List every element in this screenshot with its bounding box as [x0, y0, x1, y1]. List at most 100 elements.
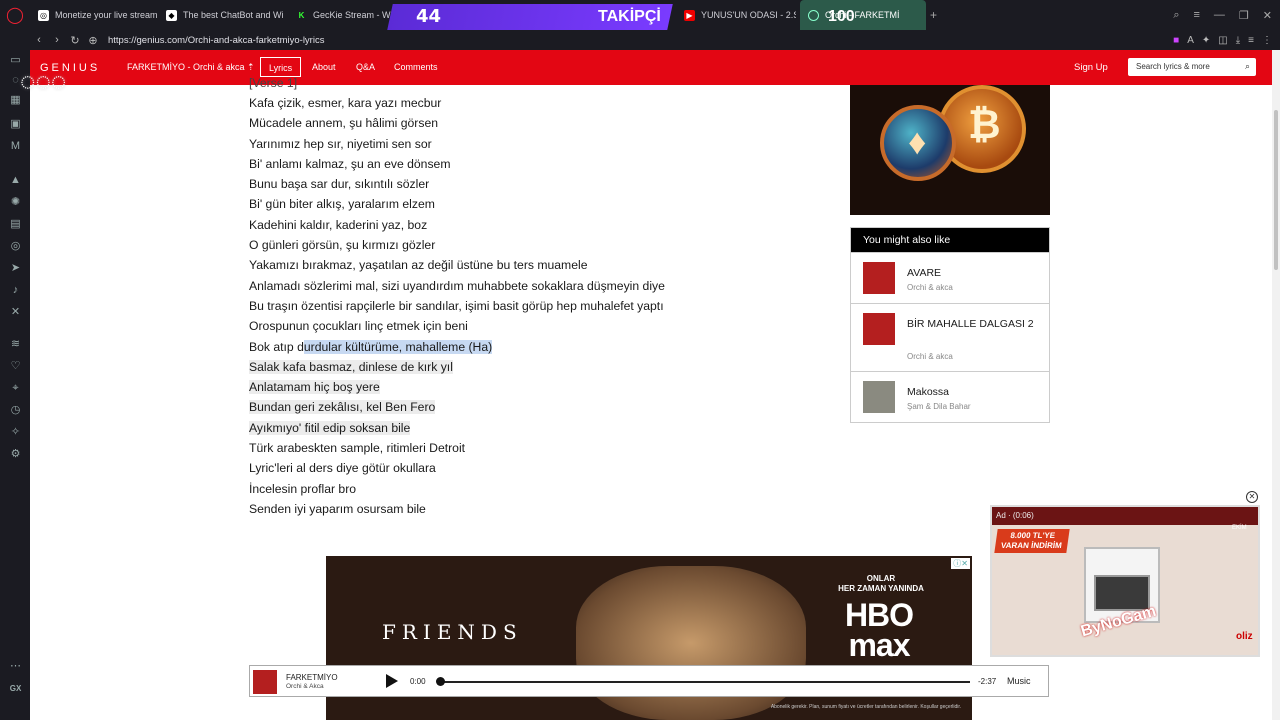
- messenger-icon[interactable]: M: [9, 140, 22, 153]
- settings-gear-icon[interactable]: ⚙: [9, 448, 22, 461]
- extension-icon[interactable]: A: [1187, 35, 1194, 46]
- yml-item[interactable]: AVARE Orchi & akca: [851, 252, 1049, 303]
- tab-menu-icon[interactable]: ≡: [1193, 9, 1199, 21]
- yml-title: AVARE: [907, 267, 942, 279]
- tiktok-icon[interactable]: ♪: [9, 284, 22, 297]
- heart-icon[interactable]: ♡: [9, 360, 22, 373]
- lyric-line[interactable]: Kafa çizik, esmer, kara yazı mecbur: [249, 93, 769, 113]
- yml-item[interactable]: Makossa Şam & Dila Bahar: [851, 371, 1049, 422]
- lyric-line[interactable]: İncelesin proflar bro: [249, 479, 769, 499]
- twitch-icon[interactable]: ▤: [9, 218, 22, 231]
- lyric-line[interactable]: Türk arabeskten sample, ritimleri Detroi…: [249, 438, 769, 458]
- lyric-line-annotated[interactable]: Ayıkmıyo' fitil edip soksan bile: [249, 418, 769, 438]
- lyric-line[interactable]: Yakamızı bırakmaz, yaşatılan az değil üs…: [249, 255, 769, 275]
- lyric-line-annotated[interactable]: Salak kafa basmaz, dinlese de kırk yıl: [249, 357, 769, 377]
- video-ad[interactable]: Ad · (0:06) EKİM 8.000 TL'YE VARAN İNDİR…: [990, 505, 1260, 657]
- lyric-line-annotated[interactable]: Anlatamam hiç boş yere: [249, 377, 769, 397]
- section-tag: [Verse 1]: [249, 77, 298, 90]
- browser-logo-icon[interactable]: ◯: [0, 0, 30, 30]
- sign-up-link[interactable]: Sign Up: [1074, 62, 1108, 73]
- lyric-line[interactable]: Lyric'leri al ders diye götür okullara: [249, 458, 769, 478]
- lyric-line-selected[interactable]: Bok atıp durdular kültürüme, mahalleme (…: [249, 337, 769, 357]
- workspace-icon[interactable]: ▣: [9, 118, 22, 131]
- yml-title: Makossa: [907, 386, 950, 398]
- browser-sidebar: ▭ ◌ ▦ ▣ M ▲ ✺ ▤ ◎ ➤ ♪ ✕ ≋ ♡ ⌖ ◷ ✧ ⚙ ⋯ GX: [0, 30, 30, 720]
- more-icon[interactable]: ⋯: [9, 660, 22, 673]
- lyric-line[interactable]: Bi' gün biter alkış, yaralarım elzem: [249, 194, 769, 214]
- close-ad-icon[interactable]: ✕: [1246, 491, 1258, 503]
- back-icon[interactable]: ‹: [30, 34, 48, 46]
- camera-icon[interactable]: ◫: [1218, 35, 1227, 46]
- lyric-line[interactable]: Bunu başa sar dur, sıkıntılı sözler: [249, 174, 769, 194]
- whatsapp-icon[interactable]: ◎: [9, 240, 22, 253]
- chatgpt-icon[interactable]: ✺: [9, 196, 22, 209]
- apple-music-logo[interactable]: Music: [1007, 676, 1031, 686]
- address-bar: ‹ › ↻ ⊕ https://genius.com/Orchi-and-akc…: [30, 30, 1280, 50]
- tab-monetize[interactable]: ◎ Monetize your live stream: [30, 0, 158, 30]
- download-icon[interactable]: ⤓: [1236, 35, 1240, 46]
- lyric-line[interactable]: Anlamadı sözlerimi mal, sizi uyandırdım …: [249, 276, 769, 296]
- lyric-line[interactable]: Bu traşın özentisi rapçilerle bir sandıl…: [249, 296, 769, 316]
- cover-thumbnail: [863, 262, 895, 294]
- annotation-highlight[interactable]: Salak kafa basmaz, dinlese de kırk yıl: [249, 359, 453, 374]
- more-icon[interactable]: ⋮: [1262, 35, 1272, 46]
- lyric-line[interactable]: Orospunun çocukları linç etmek için beni: [249, 316, 769, 336]
- scroll-thumb[interactable]: [1274, 110, 1278, 270]
- extensions-icon[interactable]: ✧: [9, 426, 22, 439]
- new-tab-button[interactable]: +: [930, 8, 937, 22]
- progress-track[interactable]: [440, 681, 970, 683]
- annotation-highlight[interactable]: Anlatamam hiç boş yere: [249, 380, 380, 395]
- lyric-line[interactable]: Senden iyi yaparım osursam bile: [249, 499, 769, 519]
- x-icon[interactable]: ✕: [9, 306, 22, 319]
- page-scrollbar[interactable]: [1272, 50, 1280, 720]
- close-icon[interactable]: ✕: [1263, 9, 1272, 22]
- pin-icon[interactable]: ⌖: [9, 382, 22, 395]
- puzzle-icon[interactable]: ✦: [1202, 35, 1210, 46]
- search-input[interactable]: Search lyrics & more ⌕: [1128, 58, 1256, 76]
- security-icon[interactable]: ⊕: [84, 34, 102, 47]
- text-selection: urdular kültürüme, mahalleme (Ha): [303, 339, 493, 354]
- menu-icon[interactable]: ≡: [1248, 35, 1254, 46]
- tab-chatbot[interactable]: ◆ The best ChatBot and Wi: [158, 0, 288, 30]
- crypto-ad-image[interactable]: ₿ ♦: [850, 85, 1050, 215]
- extensions-bar: ■ A ✦ ◫ ⤓ ≡ ⋮: [1173, 30, 1272, 50]
- extension-icon[interactable]: ■: [1173, 35, 1179, 46]
- nav-comments[interactable]: Comments: [386, 57, 446, 77]
- reload-icon[interactable]: ↻: [66, 34, 84, 47]
- lyric-line[interactable]: Kadehini kaldır, kaderini yaz, boz: [249, 215, 769, 235]
- search-icon[interactable]: ⌕: [1245, 61, 1250, 72]
- ad-label: Ad · (0:06): [992, 507, 1258, 525]
- nav-qa[interactable]: Q&A: [348, 57, 383, 77]
- lyric-line-annotated[interactable]: Bundan geri zekâlısı, kel Ben Fero: [249, 397, 769, 417]
- yml-title: BİR MAHALLE DALGASI 2: [907, 318, 1034, 330]
- minimize-icon[interactable]: —: [1214, 9, 1225, 21]
- annotation-highlight[interactable]: Bundan geri zekâlısı, kel Ben Fero: [249, 400, 436, 415]
- cover-thumbnail: [863, 313, 895, 345]
- forward-icon[interactable]: ›: [48, 34, 66, 46]
- aria-icon[interactable]: ▲: [9, 174, 22, 187]
- adchoices-icon[interactable]: ⓘ✕: [951, 558, 970, 569]
- lyric-line[interactable]: Bi' anlamı kalmaz, şu an eve dönsem: [249, 154, 769, 174]
- bitcoin-icon: ₿: [968, 103, 1001, 147]
- ad-month: EKİM: [1232, 525, 1247, 531]
- nav-lyrics[interactable]: Lyrics: [260, 57, 302, 77]
- telegram-icon[interactable]: ➤: [9, 262, 22, 275]
- gx-icon[interactable]: GX: [9, 682, 22, 695]
- max-logo-text: max: [848, 627, 910, 663]
- url-field[interactable]: https://genius.com/Orchi-and-akca-farket…: [108, 35, 324, 46]
- search-icon[interactable]: ⌕: [1173, 9, 1179, 22]
- lyric-line[interactable]: Mücadele annem, şu hâlimi görsen: [249, 113, 769, 133]
- tab-title: The best ChatBot and Wi: [183, 10, 284, 20]
- lyric-line[interactable]: O günleri görsün, şu kırmızı gözler: [249, 235, 769, 255]
- nav-about[interactable]: About: [304, 57, 344, 77]
- ad-tagline: ONLAR HER ZAMAN YANINDA: [816, 574, 946, 594]
- song-heading[interactable]: FARKETMİYO - Orchi & akca ⇡: [127, 62, 255, 73]
- history-icon[interactable]: ◷: [9, 404, 22, 417]
- spotify-icon[interactable]: ≋: [9, 338, 22, 351]
- lyric-line[interactable]: Yarınımız hep sır, niyetimi sen sor: [249, 134, 769, 154]
- progress-handle[interactable]: [436, 677, 445, 686]
- annotation-highlight[interactable]: Ayıkmıyo' fitil edip soksan bile: [249, 420, 411, 435]
- yml-item[interactable]: BİR MAHALLE DALGASI 2 Orchi & akca: [851, 303, 1049, 371]
- maximize-icon[interactable]: ❐: [1239, 9, 1249, 22]
- play-icon[interactable]: [386, 674, 398, 688]
